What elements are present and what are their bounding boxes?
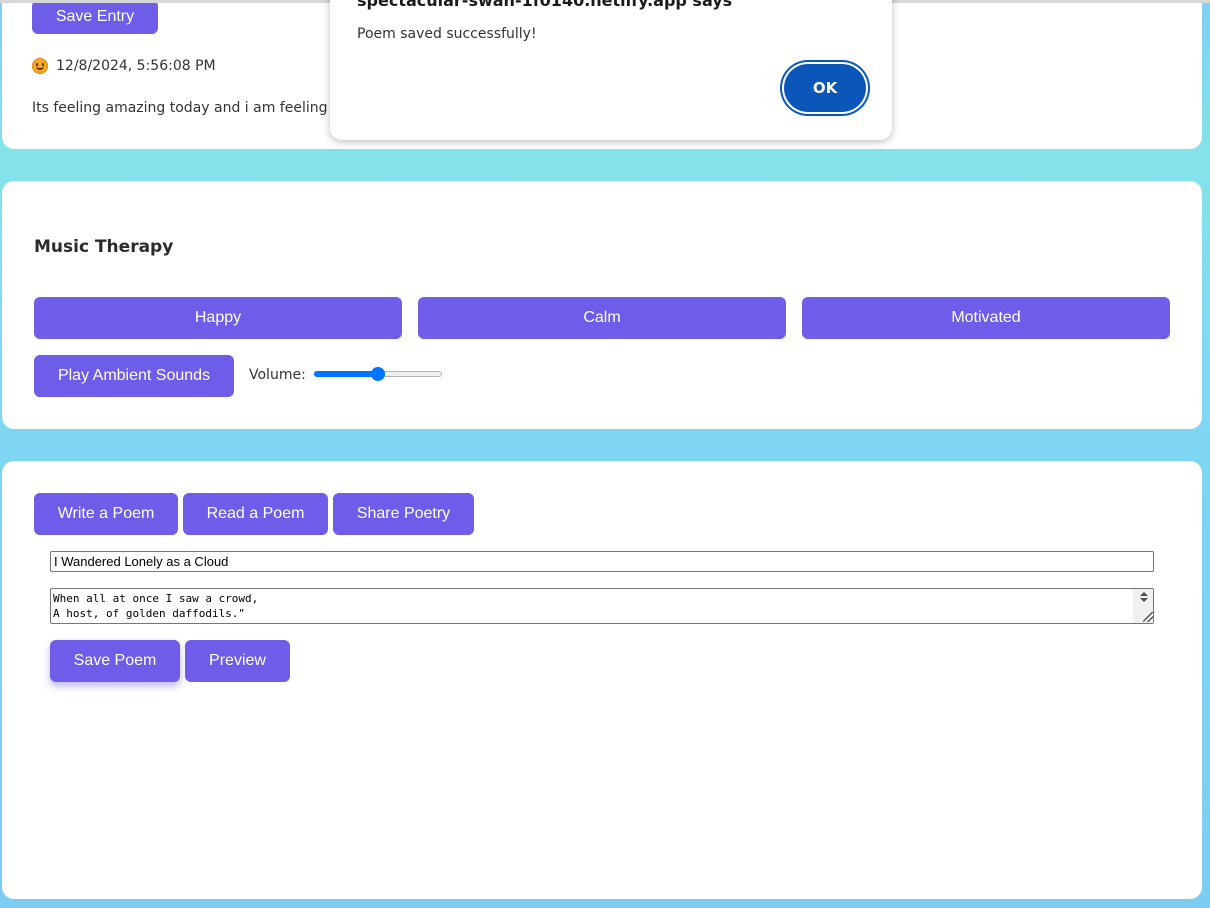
entry-meta: 12/8/2024, 5:56:08 PM [32,58,216,74]
music-therapy-card: Music Therapy Happy Calm Motivated Play … [2,181,1202,429]
tab-read-poem[interactable]: Read a Poem [183,493,328,535]
entry-text: Its feeling amazing today and i am feeli… [32,100,328,116]
tab-write-poem[interactable]: Write a Poem [34,493,178,535]
save-entry-button[interactable]: Save Entry [32,0,158,34]
alert-ok-button[interactable]: OK [784,64,866,112]
scroll-up-arrow-icon[interactable] [1140,592,1148,596]
alert-dialog-title: spectacular-swan-1f0140.netlify.app says [357,0,733,10]
mood-motivated-button[interactable]: Motivated [802,297,1170,339]
poem-body-textarea[interactable]: When all at once I saw a crowd, A host, … [50,588,1154,624]
volume-slider[interactable] [314,367,442,381]
volume-slider-fill [314,371,378,377]
save-poem-button[interactable]: Save Poem [50,640,180,682]
volume-label: Volume: [249,367,306,383]
music-therapy-title: Music Therapy [34,237,174,257]
mood-calm-button[interactable]: Calm [418,297,786,339]
alert-dialog: spectacular-swan-1f0140.netlify.app says… [330,0,892,140]
scroll-down-arrow-icon[interactable] [1140,598,1148,602]
smiling-face-icon [32,58,48,74]
mood-happy-button[interactable]: Happy [34,297,402,339]
volume-slider-thumb[interactable] [371,367,385,381]
entry-timestamp: 12/8/2024, 5:56:08 PM [56,58,216,74]
poetry-card: Write a Poem Read a Poem Share Poetry Wh… [2,461,1202,899]
poem-title-input[interactable] [50,551,1154,572]
tab-share-poetry[interactable]: Share Poetry [333,493,474,535]
resize-grip-icon[interactable] [1143,612,1153,622]
preview-button[interactable]: Preview [185,640,290,682]
alert-dialog-message: Poem saved successfully! [357,26,537,42]
play-ambient-sounds-button[interactable]: Play Ambient Sounds [34,355,234,397]
